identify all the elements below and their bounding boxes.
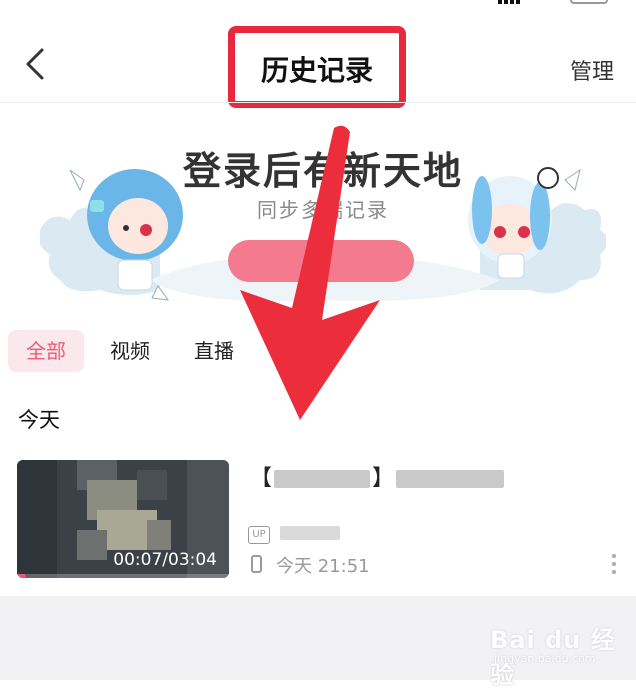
manage-button[interactable]: 管理 bbox=[570, 54, 614, 86]
redacted-title-part bbox=[396, 470, 505, 488]
baidu-jingyan-watermark: Bai du 经验 jingyan.baidu.com bbox=[490, 608, 620, 689]
tab-all[interactable]: 全部 bbox=[8, 330, 84, 372]
phone-icon bbox=[251, 555, 262, 573]
tab-video[interactable]: 视频 bbox=[96, 330, 164, 372]
watch-time: 今天 21:51 bbox=[276, 556, 370, 577]
video-thumbnail[interactable]: 00:07/03:04 bbox=[17, 460, 229, 578]
watermark-url: jingyan.baidu.com bbox=[494, 652, 596, 665]
title-highlight-box: 历史记录 bbox=[228, 26, 406, 108]
nav-header: 历史记录 管理 bbox=[0, 14, 636, 108]
signal-icon bbox=[498, 0, 524, 4]
video-duration: 00:07/03:04 bbox=[113, 550, 217, 570]
redacted-title-part bbox=[274, 470, 371, 488]
watch-progress-bar bbox=[17, 574, 229, 578]
chevron-left-icon[interactable] bbox=[22, 46, 50, 82]
annotation-arrow-icon bbox=[240, 125, 380, 420]
title-bracket-open: 【 bbox=[250, 466, 273, 491]
uploader-name[interactable] bbox=[278, 522, 342, 541]
up-badge-icon: UP bbox=[248, 526, 270, 544]
status-bar bbox=[0, 0, 636, 14]
section-header-today: 今天 bbox=[18, 408, 60, 432]
watch-progress-fill bbox=[17, 574, 26, 578]
page-title: 历史记录 bbox=[260, 54, 373, 87]
title-bracket-close: 】 bbox=[372, 466, 395, 491]
header-divider bbox=[0, 102, 636, 103]
battery-icon bbox=[570, 0, 608, 4]
history-item[interactable]: 00:07/03:04 【】 UP 今天 21:51 bbox=[0, 456, 636, 586]
more-vertical-icon[interactable] bbox=[606, 552, 622, 576]
video-title[interactable]: 【】 bbox=[250, 460, 506, 492]
